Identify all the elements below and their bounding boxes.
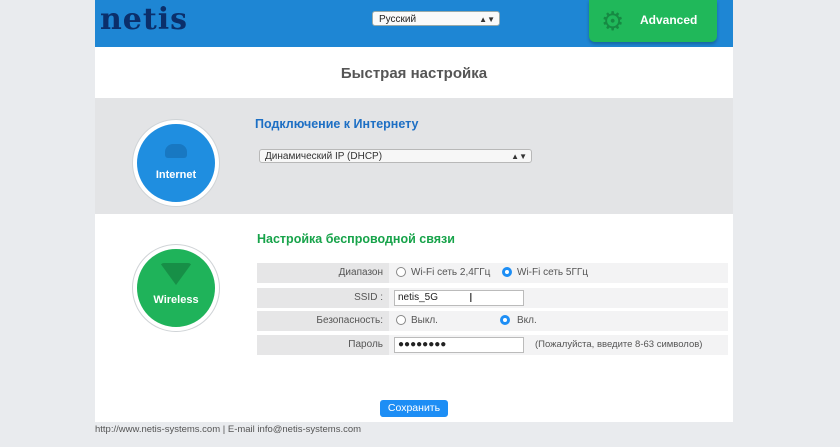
internet-heading: Подключение к Интернету: [255, 117, 419, 131]
top-bar: netis Русский ▲▼ ⚙ Advanced: [95, 0, 733, 47]
internet-circle: Internet: [133, 120, 219, 206]
band-24-radio[interactable]: [396, 267, 406, 277]
password-input[interactable]: ●●●●●●●●: [394, 337, 524, 353]
ssid-label: SSID :: [257, 288, 389, 308]
password-label: Пароль: [257, 335, 389, 355]
setup-card: Быстрая настройка Internet Подключение к…: [95, 47, 733, 422]
ssid-input[interactable]: netis_5G: [394, 290, 524, 306]
wireless-circle: Wireless: [133, 245, 219, 331]
band-24-label: Wi-Fi сеть 2,4ГГц: [411, 267, 491, 278]
wireless-circle-label: Wireless: [153, 294, 199, 306]
security-on-radio[interactable]: [500, 315, 510, 325]
band-5-label: Wi-Fi сеть 5ГГц: [517, 267, 589, 278]
security-on-label: Вкл.: [517, 315, 537, 326]
footer-contact: http://www.netis-systems.com | E-mail in…: [95, 424, 362, 435]
security-row: Безопасность: Выкл. Вкл.: [257, 311, 728, 331]
wifi-icon: [160, 263, 192, 285]
netis-logo: netis: [100, 2, 189, 37]
language-select[interactable]: Русский ▲▼: [372, 11, 500, 26]
wireless-heading: Настройка беспроводной связи: [257, 232, 455, 246]
language-value: Русский: [379, 14, 417, 25]
connection-type-value: Динамический IP (DHCP): [265, 151, 383, 162]
page-title: Быстрая настройка: [340, 65, 488, 82]
advanced-button[interactable]: ⚙ Advanced: [589, 0, 717, 42]
text-cursor-icon: I: [469, 290, 473, 305]
ssid-row: SSID : netis_5G I: [257, 288, 728, 308]
advanced-label: Advanced: [640, 13, 698, 27]
internet-circle-label: Internet: [155, 169, 197, 181]
password-hint: (Пожалуйста, введите 8-63 символов): [535, 339, 703, 350]
band-5-radio[interactable]: [502, 267, 512, 277]
chevron-updown-icon: ▲▼: [479, 15, 495, 24]
password-row: Пароль ●●●●●●●● (Пожалуйста, введите 8-6…: [257, 335, 728, 355]
save-button[interactable]: Сохранить: [380, 400, 448, 417]
gear-icon: ⚙: [601, 6, 625, 36]
security-off-radio[interactable]: [396, 315, 406, 325]
cloud-icon: [165, 144, 187, 158]
connection-type-select[interactable]: Динамический IP (DHCP) ▲▼: [259, 149, 532, 163]
security-label: Безопасность:: [257, 311, 389, 331]
security-off-label: Выкл.: [411, 315, 438, 326]
chevron-updown-icon: ▲▼: [511, 152, 527, 161]
band-row: Диапазон Wi-Fi сеть 2,4ГГц Wi-Fi сеть 5Г…: [257, 263, 728, 283]
band-label: Диапазон: [257, 263, 389, 283]
